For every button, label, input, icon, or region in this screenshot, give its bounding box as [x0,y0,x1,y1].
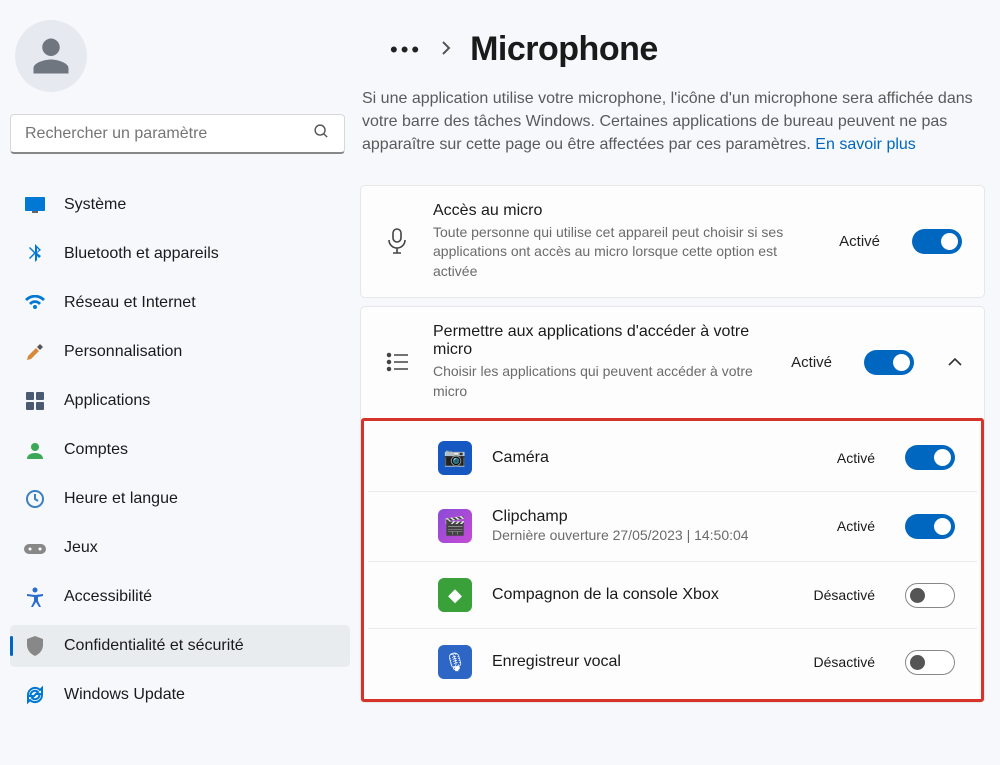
sidebar-item-label: Heure et langue [64,490,178,508]
toggle-clipchamp[interactable] [905,514,955,539]
toggle-mic-access[interactable] [912,229,962,254]
page-description: Si une application utilise votre microph… [362,87,985,157]
toggle-xbox[interactable] [905,583,955,608]
monitor-icon [24,194,46,216]
sidebar-item-label: Windows Update [64,686,185,704]
sidebar-item-heure[interactable]: Heure et langue [10,478,350,520]
user-icon [30,35,72,77]
card-desc: Choisir les applications qui peuvent acc… [433,362,769,401]
sidebar-item-label: Système [64,196,126,214]
account-icon [24,439,46,461]
status-label: Activé [791,354,832,371]
sidebar-item-applications[interactable]: Applications [10,380,350,422]
voicerecorder-app-icon: 🎙 [438,645,472,679]
gamepad-icon [24,537,46,559]
card-desc: Toute personne qui utilise cet appareil … [433,223,817,282]
sidebar-item-bluetooth[interactable]: Bluetooth et appareils [10,233,350,275]
brush-icon [24,341,46,363]
camera-app-icon: 📷 [438,441,472,475]
toggle-voicerecorder[interactable] [905,650,955,675]
sidebar: Système Bluetooth et appareils Réseau et… [0,0,360,765]
app-title: Compagnon de la console Xbox [492,586,794,604]
sidebar-item-label: Jeux [64,539,98,557]
app-subtitle: Dernière ouverture 27/05/2023 | 14:50:04 [492,526,817,546]
app-title: Enregistreur vocal [492,653,794,671]
bluetooth-icon [24,243,46,265]
avatar[interactable] [15,20,87,92]
sidebar-item-confidentialite[interactable]: Confidentialité et sécurité [10,625,350,667]
chevron-up-icon[interactable] [948,354,962,370]
sidebar-item-label: Accessibilité [64,588,152,606]
app-title: Caméra [492,449,817,467]
sidebar-item-label: Confidentialité et sécurité [64,637,244,655]
sidebar-item-accessibilite[interactable]: Accessibilité [10,576,350,618]
sidebar-item-label: Réseau et Internet [64,294,196,312]
sidebar-item-comptes[interactable]: Comptes [10,429,350,471]
wifi-icon [24,292,46,314]
sidebar-item-label: Bluetooth et appareils [64,245,219,263]
status-label: Activé [839,233,880,250]
sidebar-item-label: Personnalisation [64,343,182,361]
toggle-allow-apps[interactable] [864,350,914,375]
sidebar-item-systeme[interactable]: Système [10,184,350,226]
clipchamp-app-icon: 🎬 [438,509,472,543]
search-icon [313,123,330,145]
status-label: Activé [837,518,875,534]
sidebar-item-label: Comptes [64,441,128,459]
xbox-app-icon: ◆ [438,578,472,612]
app-row-voicerecorder[interactable]: 🎙 Enregistreur vocal Désactivé [368,628,977,695]
status-label: Activé [837,450,875,466]
toggle-camera[interactable] [905,445,955,470]
app-row-camera[interactable]: 📷 Caméra Activé [368,425,977,491]
search-input-container[interactable] [10,114,345,154]
breadcrumb: ••• Microphone [390,30,985,69]
status-label: Désactivé [814,587,875,603]
card-title: Permettre aux applications d'accéder à v… [433,323,769,359]
shield-icon [24,635,46,657]
apps-icon [24,390,46,412]
learn-more-link[interactable]: En savoir plus [815,136,916,153]
sidebar-item-personnalisation[interactable]: Personnalisation [10,331,350,373]
app-list-highlighted: 📷 Caméra Activé 🎬 Clipchamp Dernière ouv… [361,418,984,703]
update-icon [24,684,46,706]
app-title: Clipchamp [492,508,817,526]
microphone-icon [383,227,411,255]
app-row-clipchamp[interactable]: 🎬 Clipchamp Dernière ouverture 27/05/202… [368,491,977,562]
sidebar-item-label: Applications [64,392,150,410]
clock-icon [24,488,46,510]
accessibility-icon [24,586,46,608]
sidebar-item-windowsupdate[interactable]: Windows Update [10,674,350,716]
breadcrumb-more-icon[interactable]: ••• [390,37,422,63]
card-title: Accès au micro [433,202,817,220]
list-icon [383,348,411,376]
main-content: ••• Microphone Si une application utilis… [360,0,1000,765]
card-mic-access[interactable]: Accès au micro Toute personne qui utilis… [360,185,985,299]
search-input[interactable] [25,125,303,143]
nav-list: Système Bluetooth et appareils Réseau et… [10,184,350,716]
page-title: Microphone [470,30,658,69]
app-row-xbox[interactable]: ◆ Compagnon de la console Xbox Désactivé [368,561,977,628]
status-label: Désactivé [814,654,875,670]
card-allow-apps[interactable]: Permettre aux applications d'accéder à v… [361,307,984,417]
chevron-right-icon [440,41,452,58]
sidebar-item-jeux[interactable]: Jeux [10,527,350,569]
sidebar-item-reseau[interactable]: Réseau et Internet [10,282,350,324]
